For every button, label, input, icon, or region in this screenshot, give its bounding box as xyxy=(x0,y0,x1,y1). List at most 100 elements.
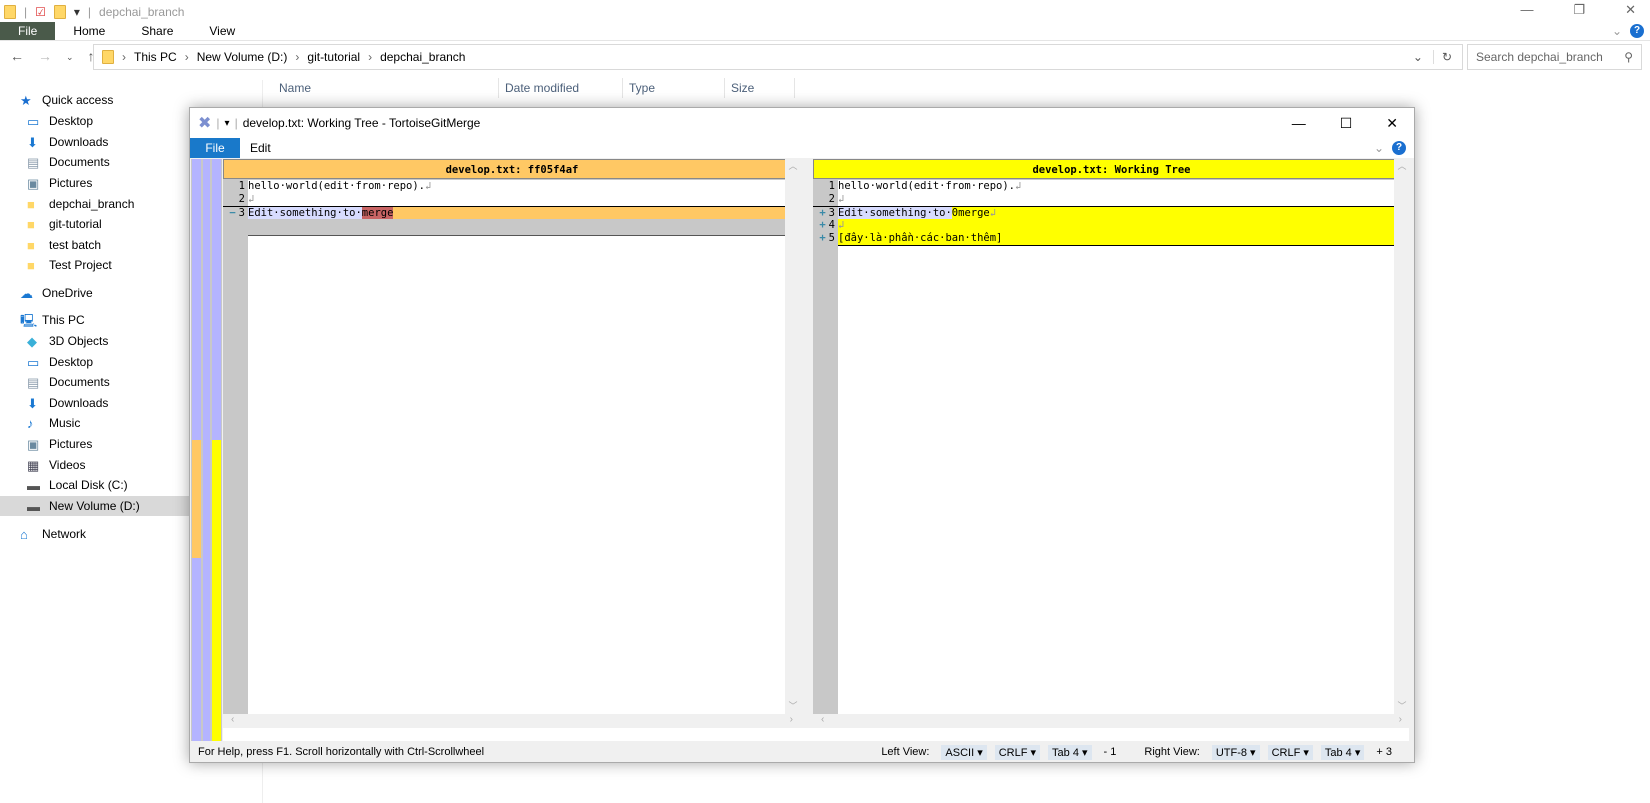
diff-line[interactable]: 1 hello·world(edit·from·repo).↲ xyxy=(813,180,1394,193)
horizontal-scrollbar[interactable]: ‹ › xyxy=(223,714,801,728)
line-content: hello·world(edit·from·repo). xyxy=(838,180,1016,192)
breadcrumb-item[interactable]: git-tutorial xyxy=(307,50,360,64)
help-icon[interactable]: ? xyxy=(1630,24,1644,38)
column-header-size[interactable]: Size xyxy=(725,78,795,98)
diff-line[interactable]: 2 ↲ xyxy=(223,193,785,206)
line-content: [đây·là·phần·các·ban·thêm] xyxy=(838,232,1003,244)
nav-item-label: depchai_branch xyxy=(49,197,135,211)
merge-menu-bar: File Edit ⌄ ? xyxy=(190,138,1414,158)
diff-line[interactable]: 1 hello·world(edit·from·repo).↲ xyxy=(223,180,785,193)
line-text: [đây·là·phần·các·ban·thêm] xyxy=(838,232,1394,246)
tortoisegitmerge-logo-icon: ✖ xyxy=(198,115,212,132)
column-header-type[interactable]: Type xyxy=(623,78,725,98)
line-text: hello·world(edit·from·repo).↲ xyxy=(248,180,785,193)
nav-item-pictures[interactable]: ▣ Pictures xyxy=(0,434,189,454)
empty-text-area[interactable] xyxy=(248,236,785,714)
right-tab-dropdown[interactable]: Tab 4 ▾ xyxy=(1320,744,1365,760)
diff-line[interactable]: −3 Edit·something·to·merge xyxy=(223,206,785,220)
vertical-scrollbar[interactable]: ︿ ﹀ xyxy=(1394,159,1410,714)
column-header-date[interactable]: Date modified xyxy=(499,78,623,98)
left-view[interactable]: develop.txt: ff05f4af 1 hello·world(edit·… xyxy=(223,159,801,714)
star-icon: ★ xyxy=(20,92,32,108)
nav-item-label: Pictures xyxy=(49,176,93,190)
pictures-icon: ▣ xyxy=(27,175,40,191)
nav-item-pictures[interactable]: ▣ Pictures xyxy=(0,173,189,193)
drive-icon: ▬ xyxy=(27,477,40,493)
minimize-button[interactable]: — xyxy=(1520,2,1533,18)
line-number-value: 2 xyxy=(238,193,245,205)
nav-item-desktop[interactable]: ▭ Desktop xyxy=(0,111,189,131)
nav-item-music[interactable]: ♪ Music xyxy=(0,413,189,433)
nav-item-onedrive[interactable]: ☁ OneDrive xyxy=(0,283,189,303)
documents-icon: ▤ xyxy=(27,374,40,390)
help-icon[interactable]: ? xyxy=(1392,141,1406,155)
nav-item-new-volume-d[interactable]: ▬ New Volume (D:) xyxy=(0,496,189,516)
empty-text-area[interactable] xyxy=(838,246,1394,714)
folder-ok-icon: ■ xyxy=(27,257,35,273)
qat-dropdown-icon[interactable]: ▾ xyxy=(225,118,230,129)
right-eol-dropdown[interactable]: CRLF ▾ xyxy=(1267,744,1313,760)
nav-item-label: Quick access xyxy=(42,93,114,107)
restore-button[interactable]: ❐ xyxy=(1573,2,1585,18)
nav-item-desktop[interactable]: ▭ Desktop xyxy=(0,352,189,372)
line-number-value: 4 xyxy=(828,219,835,231)
right-view-label: Right View: xyxy=(1144,746,1200,758)
breadcrumb-item[interactable]: depchai_branch xyxy=(380,50,465,64)
nav-item-downloads[interactable]: ⬇ Downloads xyxy=(0,132,189,152)
search-input[interactable]: Search depchai_branch ⚲ xyxy=(1467,44,1642,70)
vertical-scrollbar[interactable]: ︿ ﹀ xyxy=(785,159,801,714)
merge-title-bar: ✖ | ▾ | develop.txt: Working Tree - Tort… xyxy=(190,108,1414,138)
nav-item-depchai-branch[interactable]: ■ depchai_branch xyxy=(0,194,189,214)
nav-item-downloads[interactable]: ⬇ Downloads xyxy=(0,393,189,413)
nav-item-quick-access[interactable]: ★ Quick access xyxy=(0,90,189,110)
nav-item-documents[interactable]: ▤ Documents xyxy=(0,152,189,172)
line-ending-icon: ↲ xyxy=(838,219,845,231)
left-encoding-dropdown[interactable]: ASCII ▾ xyxy=(941,744,987,760)
changed-word: 0merge xyxy=(951,207,990,219)
left-tab-dropdown[interactable]: Tab 4 ▾ xyxy=(1048,744,1092,760)
line-number-value: 3 xyxy=(828,207,835,219)
diff-line[interactable]: +3 Edit·something·to·0merge↲ xyxy=(813,206,1394,220)
nav-item-label: git-tutorial xyxy=(49,217,102,231)
nav-item-this-pc[interactable]: 🖳 This PC xyxy=(0,310,189,330)
right-encoding-dropdown[interactable]: UTF-8 ▾ xyxy=(1211,744,1260,760)
nav-item-git-tutorial[interactable]: ■ git-tutorial xyxy=(0,214,189,234)
nav-item-documents[interactable]: ▤ Documents xyxy=(0,372,189,392)
menu-edit[interactable]: Edit xyxy=(250,141,271,155)
nav-item-label: This PC xyxy=(42,313,85,327)
diff-line[interactable]: 2 ↲ xyxy=(813,193,1394,206)
menu-file[interactable]: File xyxy=(190,138,240,158)
cloud-icon: ☁ xyxy=(20,285,33,301)
line-number: 2 xyxy=(223,193,247,206)
desktop-icon: ▭ xyxy=(27,113,40,129)
right-view[interactable]: develop.txt: Working Tree 1 hello·world(e… xyxy=(813,159,1410,714)
nav-item-local-disk-c[interactable]: ▬ Local Disk (C:) xyxy=(0,475,189,495)
folder-icon: ■ xyxy=(27,237,35,253)
diff-line[interactable]: +5 [đây·là·phần·các·ban·thêm] xyxy=(813,232,1394,246)
address-dropdown-icon[interactable]: ⌄ xyxy=(1403,50,1434,64)
nav-item-network[interactable]: ⌂ Network xyxy=(0,524,189,544)
left-eol-dropdown[interactable]: CRLF ▾ xyxy=(994,744,1041,760)
refresh-icon[interactable]: ↻ xyxy=(1442,50,1462,64)
videos-icon: ▦ xyxy=(27,457,40,473)
horizontal-scrollbar[interactable]: ‹ › xyxy=(813,714,1410,728)
maximize-button[interactable]: ☐ xyxy=(1340,115,1353,132)
locator-bar[interactable] xyxy=(191,159,222,741)
address-bar[interactable]: › This PC › New Volume (D:) › git-tutorial … xyxy=(93,44,1463,70)
nav-item-test-project[interactable]: ■ Test Project xyxy=(0,255,189,275)
line-number-value: 2 xyxy=(828,193,835,205)
line-text: ↲ xyxy=(838,193,1394,206)
nav-item-3d-objects[interactable]: ◆ 3D Objects xyxy=(0,331,189,351)
diff-line[interactable]: +4 ↲ xyxy=(813,219,1394,232)
nav-item-label: Test Project xyxy=(49,258,112,272)
nav-item-test-batch[interactable]: ■ test batch xyxy=(0,235,189,255)
nav-item-videos[interactable]: ▦ Videos xyxy=(0,455,189,475)
collapse-ribbon-icon[interactable]: ⌄ xyxy=(1374,141,1384,155)
close-button[interactable]: ✕ xyxy=(1386,115,1398,132)
removed-marker-icon: − xyxy=(229,207,236,219)
music-icon: ♪ xyxy=(27,415,34,431)
minimize-button[interactable]: — xyxy=(1292,115,1306,132)
column-header-name[interactable]: Name xyxy=(273,78,499,98)
close-button[interactable]: ✕ xyxy=(1625,2,1636,18)
expand-ribbon-icon[interactable]: ⌄ xyxy=(1612,24,1622,38)
